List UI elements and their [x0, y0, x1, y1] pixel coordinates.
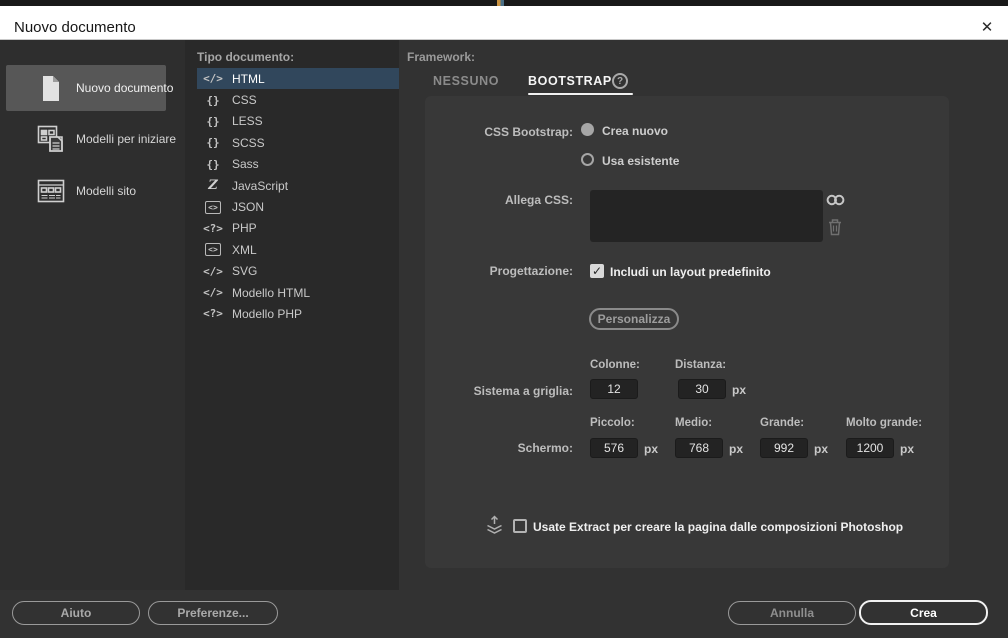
javascript-icon: Z: [201, 178, 225, 193]
doctype-item-php[interactable]: <?> PHP: [197, 218, 399, 239]
doctype-item-css[interactable]: {} CSS: [197, 89, 399, 110]
piccolo-unit: px: [644, 442, 658, 456]
doctype-item-modello-php[interactable]: <?> Modello PHP: [197, 303, 399, 324]
radio-crea-nuovo-label: Crea nuovo: [602, 124, 668, 138]
colonne-label: Colonne:: [590, 359, 640, 371]
doctype-item-label: SCSS: [232, 136, 265, 150]
starter-templates-icon: [36, 123, 66, 155]
doctype-item-label: XML: [232, 243, 257, 257]
doctype-item-sass[interactable]: {} Sass: [197, 154, 399, 175]
sidebar-item-nuovo-documento[interactable]: Nuovo documento: [6, 65, 166, 111]
aiuto-button[interactable]: Aiuto: [12, 601, 140, 625]
doctype-item-label: LESS: [232, 114, 263, 128]
extract-icon: [485, 514, 504, 535]
php-tag-icon: <?>: [201, 307, 225, 320]
doctype-item-html[interactable]: </> HTML: [197, 68, 399, 89]
progettazione-label: Progettazione:: [425, 264, 573, 278]
dialog-title: Nuovo documento: [14, 19, 136, 36]
preferenze-button[interactable]: Preferenze...: [148, 601, 278, 625]
include-layout-checkbox[interactable]: ✓: [590, 264, 604, 278]
sidebar-item-modelli-sito[interactable]: Modelli sito: [6, 168, 166, 214]
code-tag-icon: </>: [201, 286, 225, 299]
new-document-icon: [36, 75, 66, 102]
allega-css-label: Allega CSS:: [425, 193, 573, 207]
medio-unit: px: [729, 442, 743, 456]
sidebar-item-label: Nuovo documento: [76, 81, 173, 95]
radio-usa-esistente[interactable]: [581, 153, 594, 166]
tab-nessuno[interactable]: NESSUNO: [433, 74, 499, 88]
delete-trash-icon[interactable]: [827, 218, 843, 236]
help-icon[interactable]: ?: [612, 73, 628, 89]
doctype-item-label: Modello PHP: [232, 307, 302, 321]
doctype-item-modello-html[interactable]: </> Modello HTML: [197, 282, 399, 303]
bootstrap-panel: CSS Bootstrap: Crea nuovo Usa esistente …: [425, 96, 949, 568]
include-layout-label: Includi un layout predefinito: [610, 265, 771, 279]
grande-unit: px: [814, 442, 828, 456]
medio-field[interactable]: 768: [675, 438, 723, 458]
active-tab-underline: [528, 93, 633, 95]
doctype-item-json[interactable]: <> JSON: [197, 196, 399, 217]
doctype-item-label: PHP: [232, 221, 257, 235]
doctype-item-label: SVG: [232, 264, 257, 278]
radio-crea-nuovo[interactable]: [581, 123, 594, 136]
radio-usa-esistente-label: Usa esistente: [602, 154, 679, 168]
code-tag-icon: </>: [201, 265, 225, 278]
braces-icon: {}: [201, 136, 225, 149]
dialog-titlebar: Nuovo documento ✕: [0, 6, 1008, 40]
extract-checkbox[interactable]: [513, 519, 527, 533]
colonne-field[interactable]: 12: [590, 379, 638, 399]
sidebar-item-label: Modelli per iniziare: [76, 132, 176, 146]
category-sidebar: Nuovo documento Modelli per iniziare: [0, 40, 185, 590]
personalizza-button[interactable]: Personalizza: [589, 308, 679, 330]
doctype-item-label: Sass: [232, 157, 259, 171]
doctype-item-scss[interactable]: {} SCSS: [197, 132, 399, 153]
doctype-item-less[interactable]: {} LESS: [197, 111, 399, 132]
doctype-item-svg[interactable]: </> SVG: [197, 261, 399, 282]
php-tag-icon: <?>: [201, 222, 225, 235]
crea-button[interactable]: Crea: [859, 600, 988, 625]
extract-label: Usate Extract per creare la pagina dalle…: [533, 520, 903, 534]
distanza-field[interactable]: 30: [678, 379, 726, 399]
doctype-item-label: JSON: [232, 200, 264, 214]
doctype-item-xml[interactable]: <> XML: [197, 239, 399, 260]
close-icon[interactable]: ✕: [976, 16, 998, 38]
doctype-item-label: JavaScript: [232, 179, 288, 193]
doctype-list: </> HTML {} CSS {} LESS {} SCSS {} Sass …: [197, 68, 399, 325]
boxed-code-icon: <>: [205, 243, 221, 256]
piccolo-field[interactable]: 576: [590, 438, 638, 458]
grande-field[interactable]: 992: [760, 438, 808, 458]
sidebar-item-modelli-per-iniziare[interactable]: Modelli per iniziare: [6, 116, 166, 162]
doctype-header: Tipo documento:: [197, 50, 294, 64]
doctype-item-label: HTML: [232, 72, 265, 86]
annulla-button[interactable]: Annulla: [728, 601, 856, 625]
braces-icon: {}: [201, 115, 225, 128]
boxed-code-icon: <>: [205, 201, 221, 214]
framework-label: Framework:: [407, 50, 475, 64]
code-tag-icon: </>: [201, 72, 225, 85]
schermo-label: Schermo:: [425, 441, 573, 455]
attach-css-list[interactable]: [590, 190, 823, 242]
doctype-item-label: Modello HTML: [232, 286, 310, 300]
css-bootstrap-label: CSS Bootstrap:: [425, 125, 573, 139]
doctype-item-javascript[interactable]: Z JavaScript: [197, 175, 399, 196]
braces-icon: {}: [201, 158, 225, 171]
distanza-unit: px: [732, 383, 746, 397]
molto-grande-label: Molto grande:: [846, 417, 922, 429]
piccolo-label: Piccolo:: [590, 417, 635, 429]
molto-grande-unit: px: [900, 442, 914, 456]
medio-label: Medio:: [675, 417, 712, 429]
doctype-item-label: CSS: [232, 93, 257, 107]
tab-bootstrap[interactable]: BOOTSTRAP: [528, 74, 612, 88]
attach-link-icon[interactable]: [825, 193, 846, 207]
braces-icon: {}: [201, 94, 225, 107]
distanza-label: Distanza:: [675, 359, 726, 371]
sistema-griglia-label: Sistema a griglia:: [425, 384, 573, 398]
site-templates-icon: [36, 179, 66, 203]
molto-grande-field[interactable]: 1200: [846, 438, 894, 458]
sidebar-item-label: Modelli sito: [76, 184, 136, 198]
grande-label: Grande:: [760, 417, 804, 429]
